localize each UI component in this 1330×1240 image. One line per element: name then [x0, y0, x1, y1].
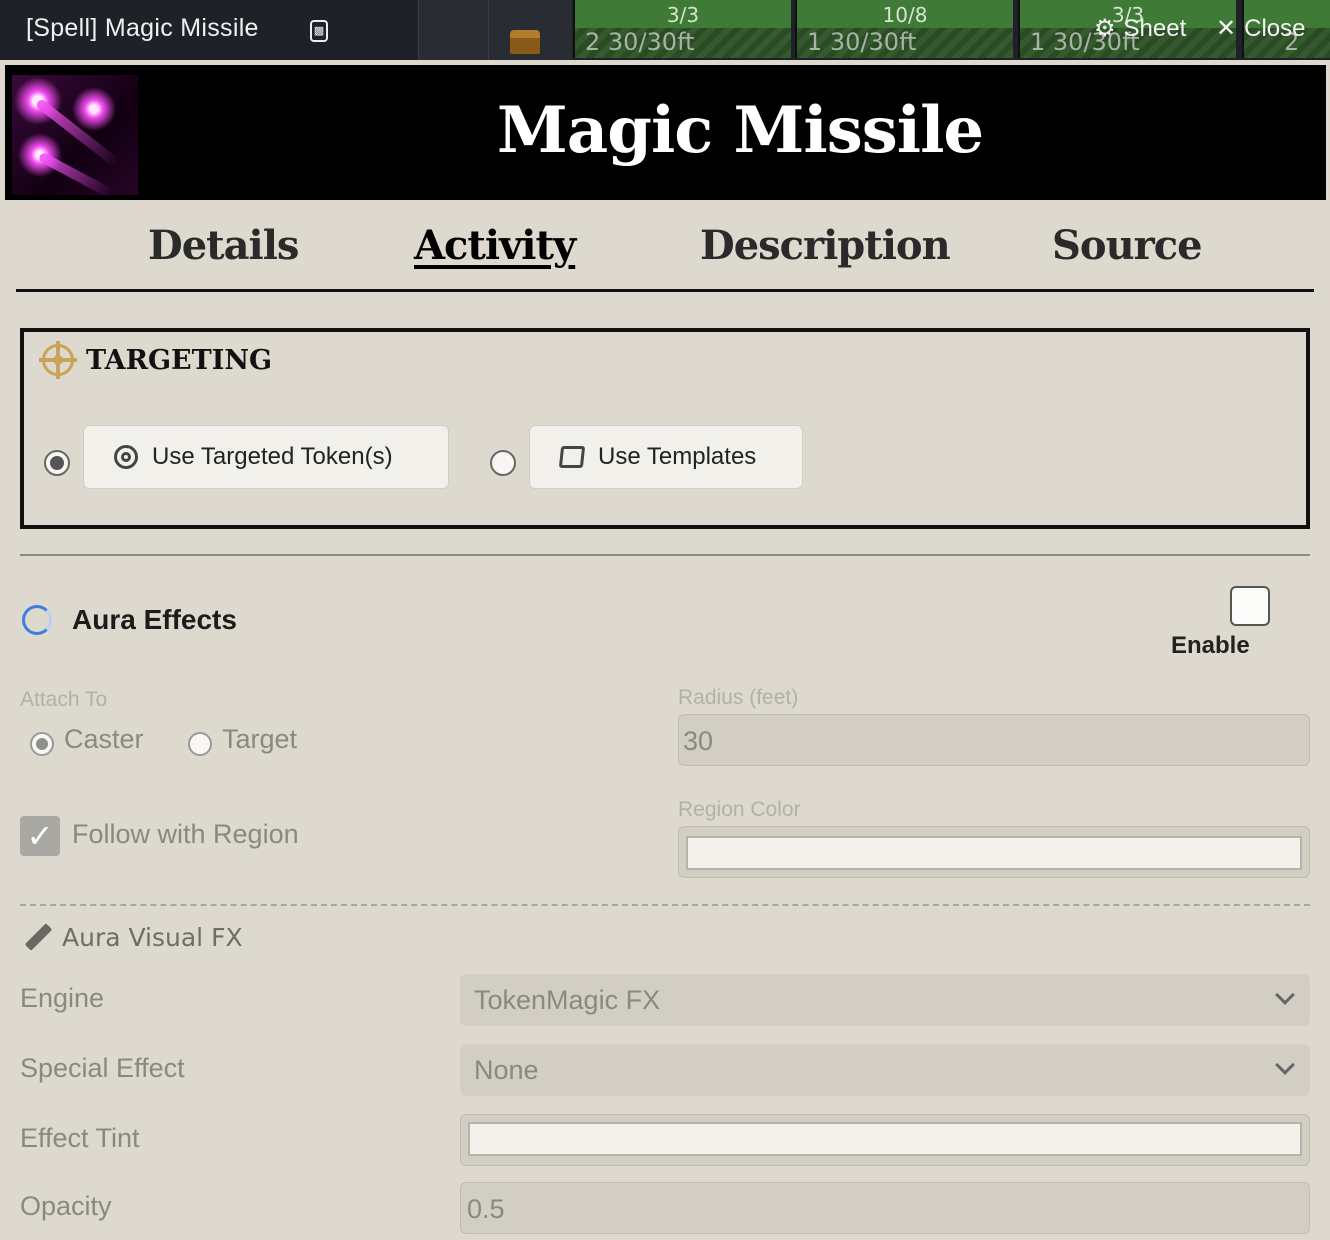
effect-tint-picker[interactable] — [468, 1122, 1302, 1156]
targeting-header: TARGETING — [39, 341, 273, 379]
token-hp: 3/3 — [575, 0, 791, 28]
aura-effects-title: Aura Effects — [72, 604, 237, 635]
tab-details[interactable]: Details — [148, 222, 299, 269]
radius-label: Radius (feet) — [678, 686, 799, 709]
token-movement: 1 30/30ft — [807, 28, 917, 56]
region-color-label: Region Color — [678, 798, 801, 821]
bullseye-icon — [114, 445, 138, 469]
pencil-icon — [24, 924, 52, 952]
chest-icon — [510, 30, 540, 54]
tab-bar: Details Activity Description Source — [16, 200, 1314, 292]
token-hud: 3/3 2 30/30ft — [573, 0, 791, 58]
window-title: [Spell] Magic Missile — [26, 14, 259, 42]
crosshair-icon — [39, 341, 77, 379]
engine-value: TokenMagic FX — [474, 985, 661, 1015]
targeting-panel: TARGETING Use Targeted Token(s) Use Temp… — [20, 328, 1310, 529]
templates-radio[interactable] — [490, 450, 516, 476]
tab-source[interactable]: Source — [1052, 222, 1203, 269]
gear-icon: ⚙ — [1094, 15, 1116, 42]
attach-target-radio[interactable] — [188, 732, 212, 756]
token-movement: 2 30/30ft — [585, 28, 695, 56]
canvas-strip — [418, 0, 488, 60]
aura-effects-header: Aura Effects — [22, 604, 237, 636]
targeting-title: TARGETING — [86, 344, 273, 376]
spell-image[interactable] — [12, 75, 138, 195]
attach-target-label: Target — [222, 724, 298, 754]
window-header: 3/3 2 30/30ft 10/8 1 30/30ft 3/3 1 30/30… — [0, 0, 1330, 60]
use-templates-button[interactable]: Use Templates — [529, 425, 803, 489]
radius-input[interactable]: 30 — [678, 714, 1310, 766]
tab-description[interactable]: Description — [700, 222, 951, 269]
sheet-button[interactable]: ⚙ Sheet — [1094, 14, 1186, 43]
use-targeted-tokens-button[interactable]: Use Targeted Token(s) — [83, 425, 449, 489]
dashed-divider — [20, 904, 1310, 906]
token-hud: 10/8 1 30/30ft — [795, 0, 1013, 58]
document-id-icon[interactable]: ▩ — [310, 20, 328, 42]
engine-label: Engine — [20, 983, 105, 1013]
special-effect-label: Special Effect — [20, 1053, 185, 1083]
attach-to-label: Attach To — [20, 688, 108, 711]
engine-select[interactable]: TokenMagic FX — [460, 974, 1310, 1026]
section-divider — [20, 554, 1310, 556]
enable-aura-checkbox[interactable] — [1230, 586, 1270, 626]
region-color-picker[interactable] — [686, 836, 1302, 870]
spell-banner: Magic Missile — [5, 65, 1326, 200]
chevron-down-icon — [1275, 985, 1295, 1005]
follow-region-label: Follow with Region — [72, 819, 299, 849]
use-templates-label: Use Templates — [598, 443, 757, 470]
attach-caster-radio[interactable] — [30, 732, 54, 756]
template-icon — [558, 446, 586, 468]
use-targeted-tokens-label: Use Targeted Token(s) — [152, 443, 393, 470]
close-icon: ✕ — [1216, 15, 1237, 42]
token-hp: 10/8 — [797, 0, 1013, 28]
special-effect-value: None — [474, 1055, 539, 1085]
special-effect-select[interactable]: None — [460, 1044, 1310, 1096]
close-label: Close — [1244, 14, 1306, 42]
follow-region-checkbox[interactable]: ✓ — [20, 816, 60, 856]
spell-name: Magic Missile — [496, 93, 984, 168]
effect-tint-label: Effect Tint — [20, 1123, 140, 1153]
chevron-down-icon — [1275, 1055, 1295, 1075]
sheet-label: Sheet — [1123, 14, 1187, 42]
targeted-tokens-radio[interactable] — [44, 450, 70, 476]
enable-aura-label: Enable — [1171, 632, 1250, 659]
opacity-input[interactable]: 0.5 — [460, 1182, 1310, 1234]
opacity-label: Opacity — [20, 1191, 112, 1221]
attach-caster-label: Caster — [64, 724, 144, 754]
close-button[interactable]: ✕ Close — [1216, 14, 1305, 43]
aura-visual-fx-title: Aura Visual FX — [62, 923, 243, 952]
tab-activity[interactable]: Activity — [414, 222, 576, 269]
spinner-icon — [22, 605, 52, 635]
